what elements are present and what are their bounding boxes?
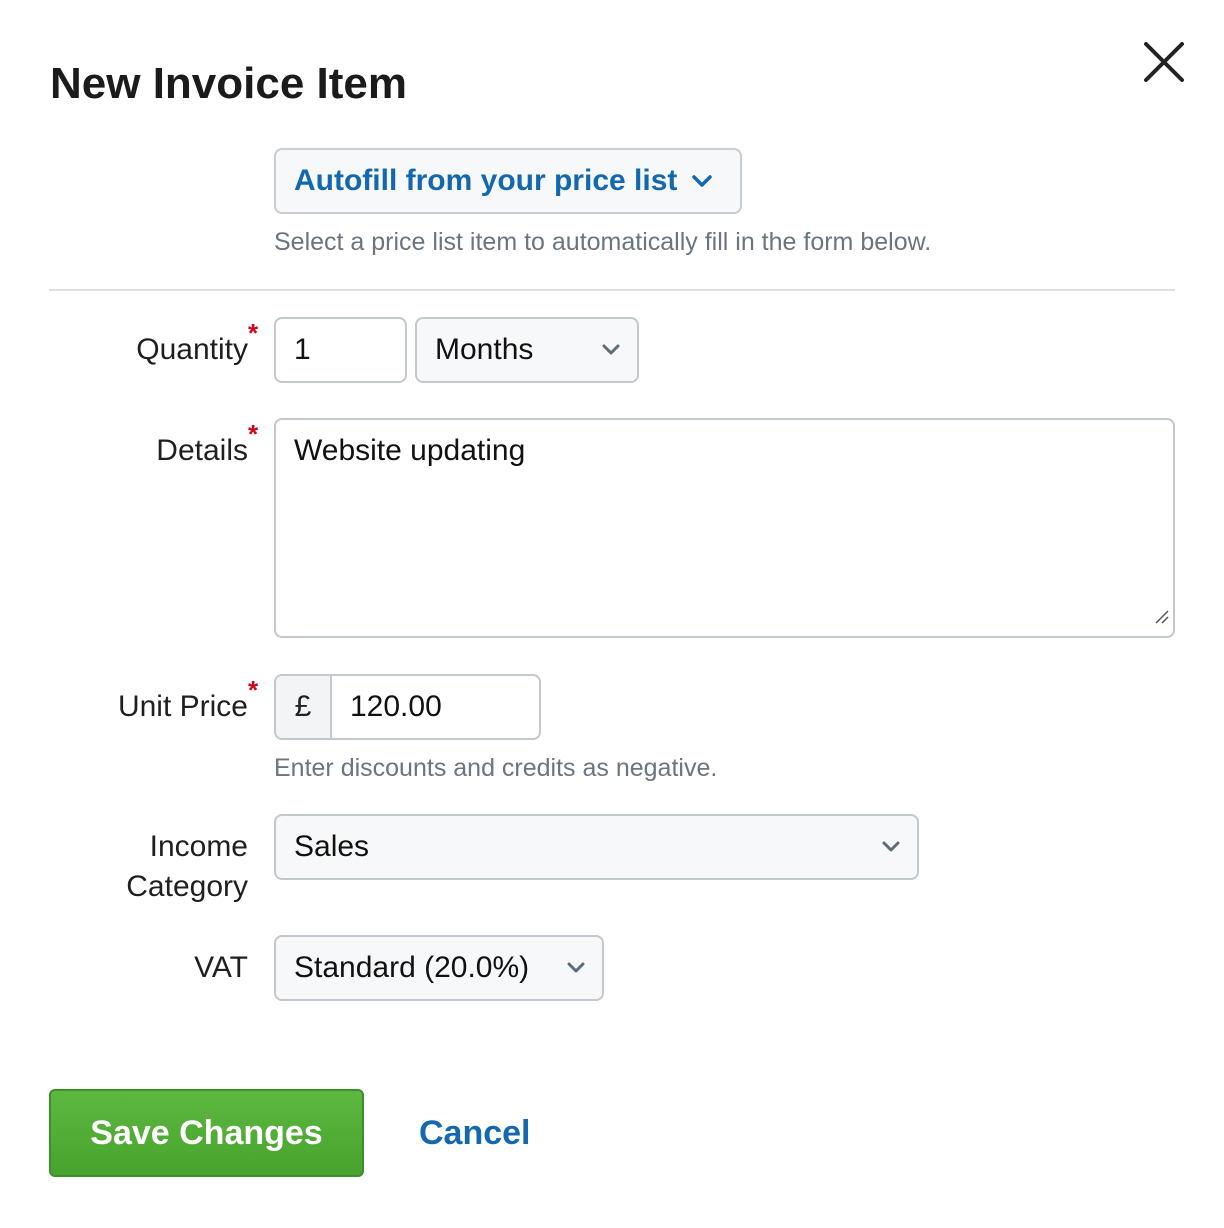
close-icon[interactable] (1136, 34, 1192, 90)
currency-symbol: £ (276, 676, 332, 738)
save-changes-button[interactable]: Save Changes (49, 1089, 364, 1177)
details-value: Website updating (294, 434, 526, 467)
quantity-unit-value: Months (435, 333, 534, 366)
required-marker: * (248, 675, 259, 705)
income-category-label-line2: Category (126, 870, 248, 903)
unit-price-value: 120.00 (350, 690, 442, 723)
dialog-title: New Invoice Item (50, 59, 408, 108)
unit-price-hint: Enter discounts and credits as negative. (274, 754, 718, 782)
income-category-label: Income Category (60, 827, 248, 907)
divider (49, 289, 1175, 291)
quantity-unit-select[interactable]: Months (415, 317, 639, 383)
details-label: Details (156, 434, 248, 467)
required-marker: * (248, 318, 259, 348)
quantity-value: 1 (294, 333, 311, 366)
details-textarea[interactable]: Website updating (274, 418, 1175, 638)
autofill-label: Autofill from your price list (294, 164, 678, 197)
chevron-down-icon (601, 344, 621, 356)
vat-select[interactable]: Standard (20.0%) (274, 935, 604, 1001)
income-category-label-line1: Income (149, 830, 248, 863)
vat-label: VAT (194, 951, 248, 984)
unit-price-input[interactable]: 120.00 (332, 676, 539, 738)
income-category-select[interactable]: Sales (274, 814, 919, 880)
cancel-link[interactable]: Cancel (419, 1112, 531, 1154)
unit-price-label: Unit Price (117, 690, 248, 723)
chevron-down-icon (691, 174, 713, 188)
chevron-down-icon (881, 841, 901, 853)
required-marker: * (248, 419, 259, 449)
unit-price-group: £ 120.00 (274, 674, 541, 740)
autofill-hint: Select a price list item to automaticall… (274, 228, 932, 256)
chevron-down-icon (566, 962, 586, 974)
autofill-price-list-button[interactable]: Autofill from your price list (274, 148, 742, 214)
vat-value: Standard (20.0%) (294, 951, 530, 984)
quantity-input[interactable]: 1 (274, 317, 407, 383)
resize-grip-icon[interactable] (1153, 598, 1169, 632)
quantity-label: Quantity (136, 333, 248, 366)
income-category-value: Sales (294, 830, 370, 863)
